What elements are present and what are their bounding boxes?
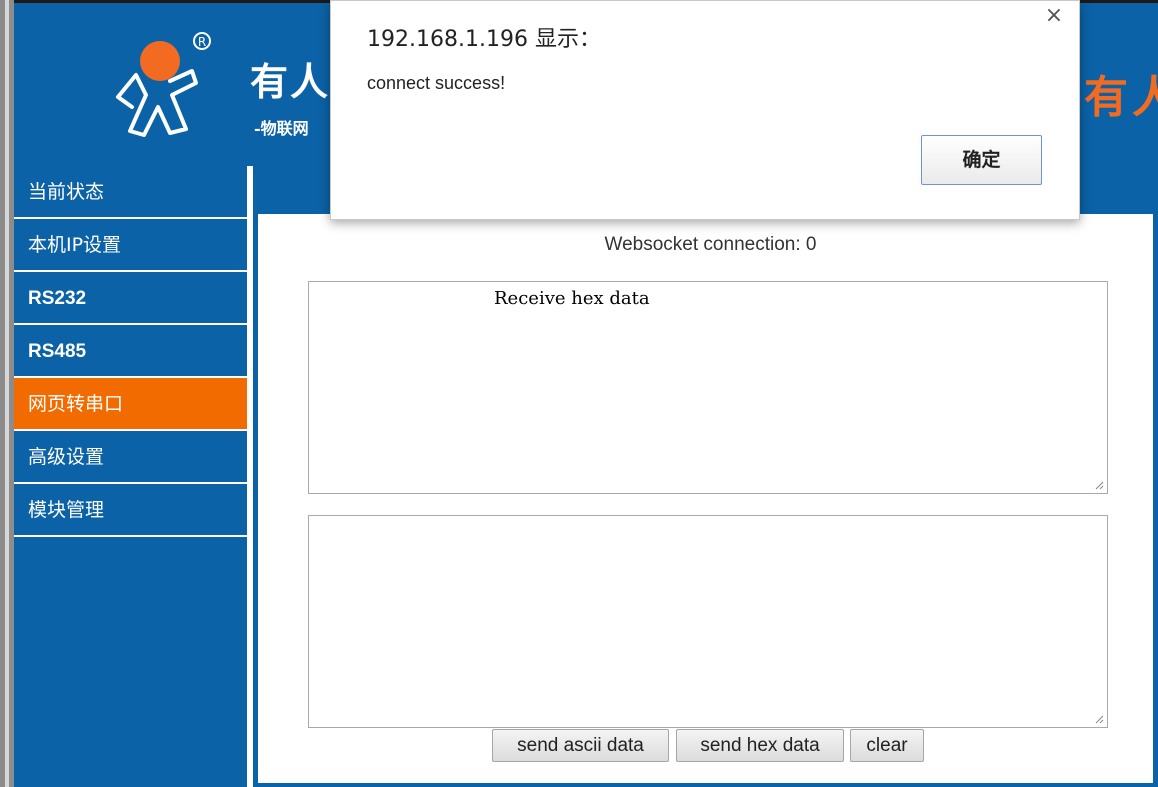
resize-grip-icon[interactable] (1094, 714, 1104, 724)
brand-title: 有人 (250, 59, 331, 104)
sidebar-item-rs485[interactable]: RS485 (14, 325, 247, 378)
content-panel: Websocket connection: 0 Receive hex data… (258, 214, 1153, 783)
close-icon[interactable]: × (1039, 3, 1069, 28)
brand-subtitle: -物联网 (254, 119, 309, 138)
sidebar-item-module-management[interactable]: 模块管理 (14, 484, 247, 537)
send-hex-button[interactable]: send hex data (676, 729, 844, 762)
send-ascii-button[interactable]: send ascii data (492, 729, 669, 762)
send-textarea[interactable] (308, 515, 1108, 728)
receive-textarea[interactable]: Receive hex data (308, 281, 1108, 494)
usr-logo-person-icon: R (116, 32, 211, 137)
sidebar-item-advanced[interactable]: 高级设置 (14, 431, 247, 484)
dialog-title: 192.168.1.196 显示： (367, 27, 601, 52)
receive-textarea-value: Receive hex data (494, 288, 650, 309)
sidebar-item-rs232[interactable]: RS232 (14, 272, 247, 325)
websocket-connection-label: Websocket connection: 0 (604, 234, 817, 255)
resize-grip-icon[interactable] (1094, 480, 1104, 490)
window-left-border (0, 0, 14, 787)
sidebar-nav: 当前状态 本机IP设置 RS232 RS485 网页转串口 高级设置 模块管理 (14, 166, 247, 787)
sidebar-item-status[interactable]: 当前状态 (14, 166, 247, 219)
dialog-message: connect success! (367, 73, 506, 93)
brand-right-text: 有人 (1084, 72, 1158, 123)
sidebar-item-ip-settings[interactable]: 本机IP设置 (14, 219, 247, 272)
alert-dialog: 192.168.1.196 显示： connect success! × 确定 (330, 0, 1080, 220)
svg-text:R: R (198, 35, 206, 49)
sidebar-item-web-to-serial[interactable]: 网页转串口 (14, 378, 247, 431)
ok-button[interactable]: 确定 (921, 135, 1042, 185)
clear-button[interactable]: clear (850, 729, 924, 762)
